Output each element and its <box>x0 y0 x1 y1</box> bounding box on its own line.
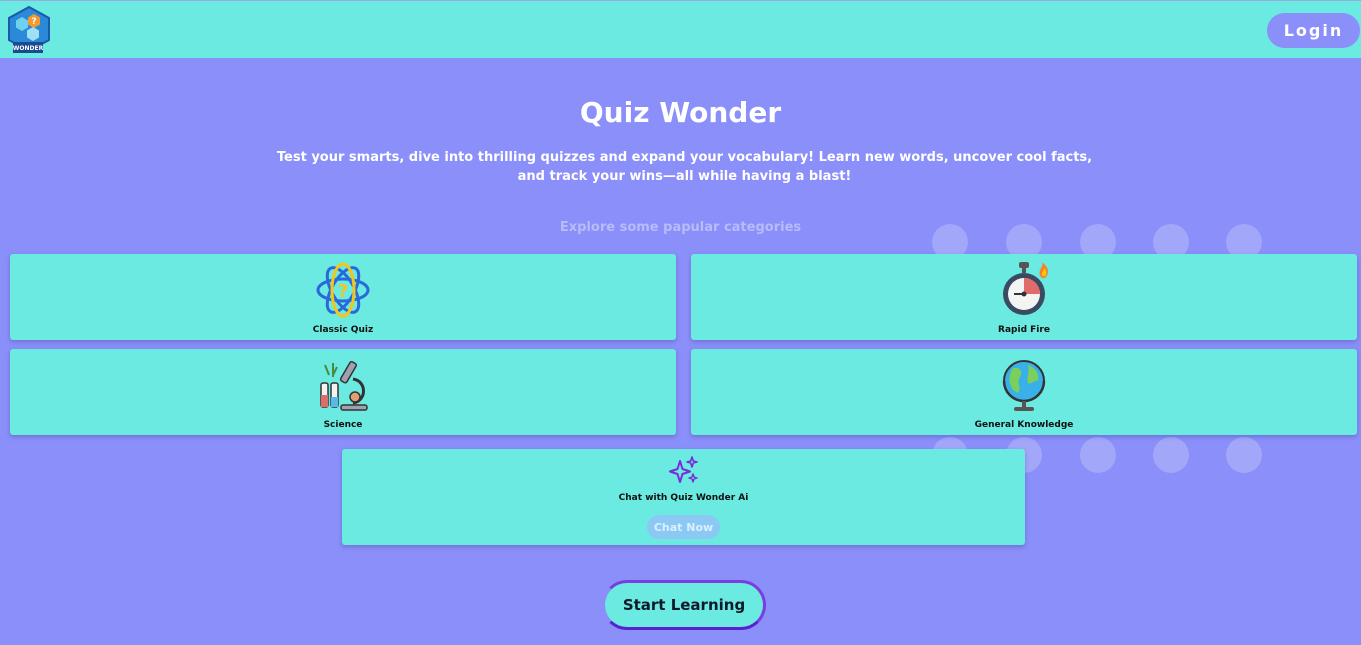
svg-text:?: ? <box>338 281 348 302</box>
sparkles-icon <box>668 455 700 490</box>
category-card-science[interactable]: Science <box>10 349 676 435</box>
chat-now-button[interactable]: Chat Now <box>647 515 720 539</box>
ai-chat-label: Chat with Quiz Wonder Ai <box>618 493 749 503</box>
category-label: Classic Quiz <box>312 325 374 335</box>
login-button[interactable]: Login <box>1267 13 1360 48</box>
atom-question-icon: ? <box>315 260 371 325</box>
category-card-general-knowledge[interactable]: General Knowledge <box>691 349 1357 435</box>
globe-icon <box>996 355 1052 420</box>
page-title: Quiz Wonder <box>579 96 782 129</box>
category-label: Rapid Fire <box>998 325 1050 335</box>
ai-chat-card: Chat with Quiz Wonder Ai Chat Now <box>342 449 1025 545</box>
category-label: Science <box>323 420 363 430</box>
svg-text:?: ? <box>31 17 36 27</box>
quiz-wonder-logo[interactable]: ? WONDER <box>5 5 53 55</box>
category-card-classic-quiz[interactable]: ? Classic Quiz <box>10 254 676 340</box>
microscope-lab-icon <box>315 355 371 420</box>
category-label: General Knowledge <box>974 420 1074 430</box>
stopwatch-fire-icon <box>996 260 1052 325</box>
top-bar: ? WONDER Login <box>0 0 1361 58</box>
hero-subtitle: Test your smarts, dive into thrilling qu… <box>276 150 1093 184</box>
category-card-rapid-fire[interactable]: Rapid Fire <box>691 254 1357 340</box>
start-learning-button[interactable]: Start Learning <box>602 580 766 630</box>
logo-wordmark: WONDER <box>13 45 44 52</box>
